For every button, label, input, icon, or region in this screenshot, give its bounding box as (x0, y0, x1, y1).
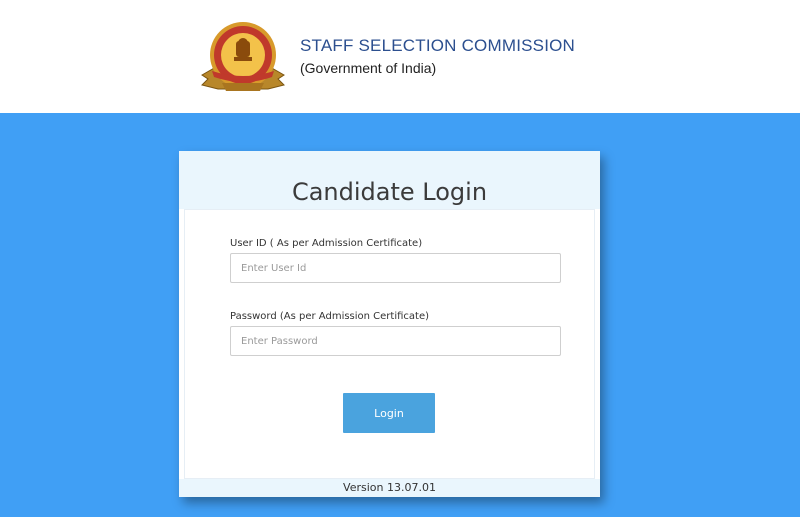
user-id-input[interactable] (230, 253, 561, 283)
site-header: STAFF SELECTION COMMISSION (Government o… (0, 0, 800, 113)
org-title: STAFF SELECTION COMMISSION (300, 36, 576, 55)
user-id-label: User ID ( As per Admission Certificate) (230, 238, 423, 249)
login-button[interactable]: Login (343, 393, 435, 433)
login-title: Candidate Login (291, 178, 488, 206)
login-card: Candidate Login User ID ( As per Admissi… (179, 151, 600, 497)
login-card-header: Candidate Login (179, 151, 600, 209)
card-footer: Version 13.07.01 (179, 479, 600, 497)
org-subtitle: (Government of India) (300, 60, 437, 76)
login-form: User ID ( As per Admission Certificate) … (184, 209, 595, 479)
version-label: Version 13.07.01 (343, 481, 436, 494)
ssc-logo (198, 19, 288, 99)
password-label: Password (As per Admission Certificate) (230, 311, 430, 322)
password-input[interactable] (230, 326, 561, 356)
